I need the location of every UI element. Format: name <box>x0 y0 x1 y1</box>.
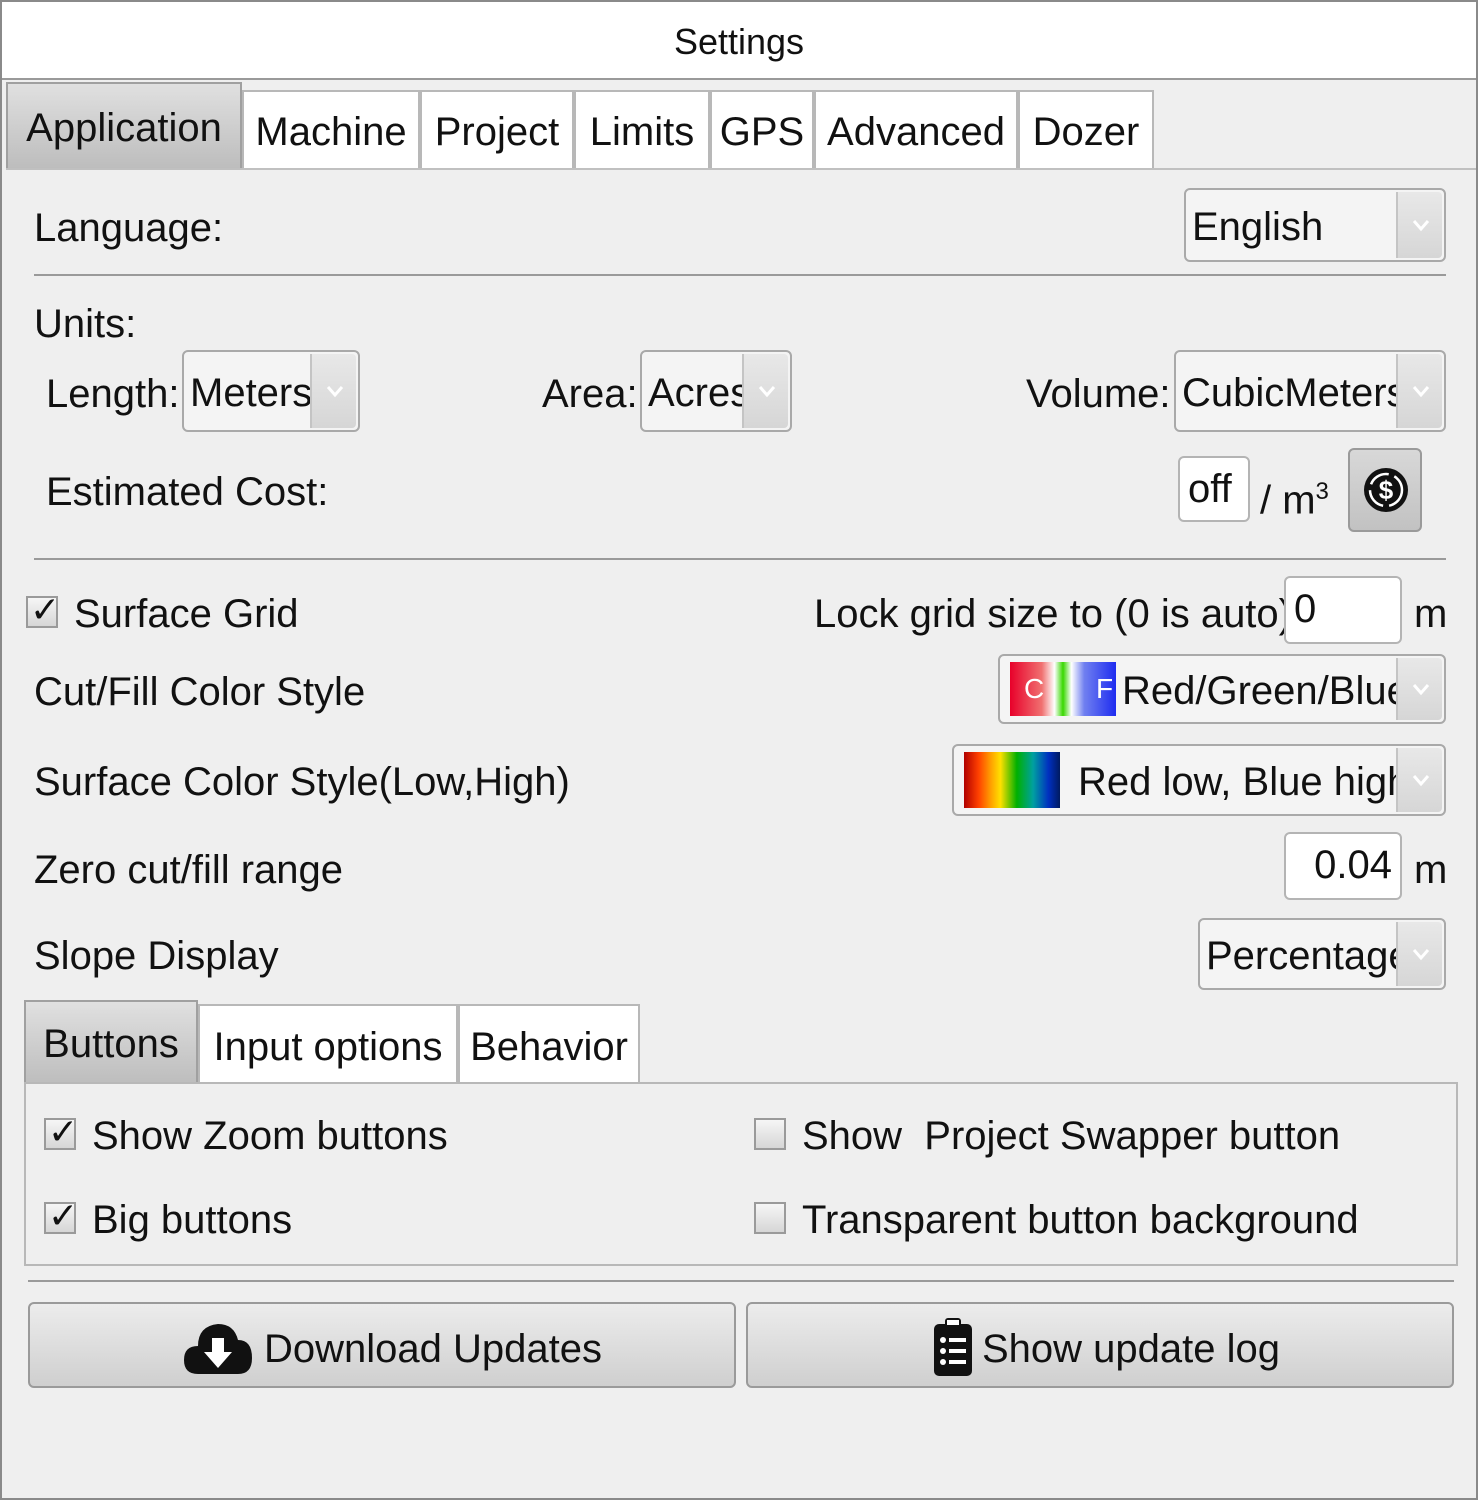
slope-display-value: Percentage <box>1206 934 1411 978</box>
tab-application[interactable]: Application <box>6 82 242 168</box>
chevron-down-icon[interactable] <box>742 354 788 428</box>
divider <box>34 558 1446 560</box>
transparent-bg-label: Transparent button background <box>802 1198 1359 1242</box>
tab-machine[interactable]: Machine <box>242 90 420 168</box>
cutfill-swatch: C F <box>1010 662 1116 716</box>
swatch-f-letter: F <box>1096 673 1114 704</box>
cloud-download-icon <box>184 1324 252 1374</box>
estimated-cost-label: Estimated Cost: <box>46 470 329 514</box>
lock-grid-label: Lock grid size to (0 is auto): <box>814 592 1304 636</box>
tab-gps[interactable]: GPS <box>710 90 814 168</box>
length-value: Meters <box>190 371 313 415</box>
subtab-behavior[interactable]: Behavior <box>458 1004 640 1082</box>
length-label: Length: <box>46 372 180 416</box>
volume-select[interactable]: CubicMeters <box>1174 350 1446 432</box>
cost-settings-button[interactable]: $ <box>1348 448 1422 532</box>
language-select[interactable]: English <box>1184 188 1446 262</box>
lock-grid-unit: m <box>1414 592 1448 636</box>
surface-style-select[interactable]: Red low, Blue high <box>952 744 1446 816</box>
clipboard-list-icon <box>934 1318 972 1376</box>
chevron-down-icon[interactable] <box>1396 922 1442 986</box>
surface-grid-checkbox[interactable]: ✓ <box>26 590 60 630</box>
area-value: Acres <box>648 371 751 415</box>
main-tab-strip: Application Machine Project Limits GPS A… <box>6 82 1476 168</box>
big-buttons-checkbox[interactable]: ✓ <box>44 1196 78 1236</box>
settings-window: Settings Application Machine Project Lim… <box>0 0 1478 1500</box>
show-update-log-label: Show update log <box>982 1327 1281 1371</box>
tab-project[interactable]: Project <box>420 90 574 168</box>
length-select[interactable]: Meters <box>182 350 360 432</box>
chevron-down-icon[interactable] <box>1396 192 1442 258</box>
transparent-bg-checkbox[interactable] <box>754 1202 786 1234</box>
check-icon: ✓ <box>30 589 61 630</box>
zero-range-unit: m <box>1414 848 1448 892</box>
lock-grid-input[interactable]: 0 <box>1284 576 1402 644</box>
chevron-down-icon[interactable] <box>1396 354 1442 428</box>
zero-range-input[interactable]: 0.04 <box>1284 832 1402 900</box>
subtab-buttons[interactable]: Buttons <box>24 1000 198 1084</box>
surface-style-label: Surface Color Style(Low,High) <box>34 760 570 804</box>
area-select[interactable]: Acres <box>640 350 792 432</box>
cutfill-style-select[interactable]: C F Red/Green/Blue <box>998 654 1446 724</box>
units-label: Units: <box>34 302 137 346</box>
chevron-down-icon[interactable] <box>1396 748 1442 812</box>
download-updates-button[interactable]: Download Updates <box>28 1302 736 1388</box>
zero-range-label: Zero cut/fill range <box>34 848 344 892</box>
subtab-input-options[interactable]: Input options <box>198 1004 458 1082</box>
divider <box>34 274 1446 276</box>
tab-advanced[interactable]: Advanced <box>814 90 1018 168</box>
cutfill-style-label: Cut/Fill Color Style <box>34 670 366 714</box>
big-buttons-label: Big buttons <box>92 1198 293 1242</box>
cutfill-style-value: Red/Green/Blue <box>1122 669 1409 713</box>
window-title: Settings <box>2 2 1476 80</box>
surface-gradient-swatch <box>964 752 1060 808</box>
language-label: Language: <box>34 206 224 250</box>
tab-limits[interactable]: Limits <box>574 90 710 168</box>
show-zoom-label: Show Zoom buttons <box>92 1114 448 1158</box>
tab-dozer[interactable]: Dozer <box>1018 90 1154 168</box>
dollar-cycle-icon: $ <box>1364 468 1408 512</box>
check-icon: ✓ <box>48 1111 79 1152</box>
svg-text:$: $ <box>1379 475 1394 505</box>
show-swapper-label: Show Project Swapper button <box>802 1114 1341 1158</box>
show-zoom-checkbox[interactable]: ✓ <box>44 1112 78 1152</box>
surface-style-value: Red low, Blue high <box>1078 760 1410 804</box>
surface-grid-label: Surface Grid <box>74 592 299 636</box>
chevron-down-icon[interactable] <box>1396 658 1442 720</box>
volume-label: Volume: <box>1026 372 1171 416</box>
slope-display-select[interactable]: Percentage <box>1198 918 1446 990</box>
swatch-c-letter: C <box>1024 673 1045 704</box>
download-updates-label: Download Updates <box>264 1327 602 1371</box>
cost-unit: / m3 <box>1260 478 1329 523</box>
show-swapper-checkbox[interactable] <box>754 1118 786 1150</box>
chevron-down-icon[interactable] <box>310 354 356 428</box>
language-value: English <box>1192 205 1324 249</box>
divider <box>28 1280 1454 1282</box>
volume-value: CubicMeters <box>1182 371 1407 415</box>
show-update-log-button[interactable]: Show update log <box>746 1302 1454 1388</box>
slope-display-label: Slope Display <box>34 934 279 978</box>
area-label: Area: <box>542 372 638 416</box>
cost-input[interactable]: off <box>1178 456 1250 522</box>
check-icon: ✓ <box>48 1195 79 1236</box>
